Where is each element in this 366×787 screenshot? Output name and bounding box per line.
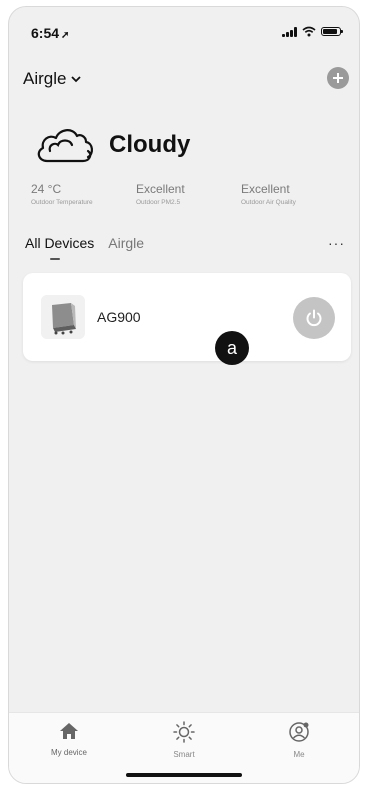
weather-summary: Cloudy xyxy=(33,123,190,167)
power-icon xyxy=(306,309,322,327)
stat-air-quality: Excellent Outdoor Air Quality xyxy=(241,182,346,206)
location-arrow-icon: ➚ xyxy=(61,30,70,41)
home-indicator xyxy=(126,773,242,777)
signal-icon xyxy=(282,26,297,37)
tab-all-devices[interactable]: All Devices xyxy=(25,235,94,260)
more-options-button[interactable]: ··· xyxy=(328,235,345,251)
profile-icon xyxy=(289,722,309,742)
home-selector[interactable]: Airgle xyxy=(23,69,82,89)
sun-icon xyxy=(173,721,195,743)
chevron-down-icon xyxy=(71,76,82,83)
stat-label: Outdoor Temperature xyxy=(31,199,93,206)
device-card[interactable]: AG900 xyxy=(23,273,351,361)
status-icons xyxy=(282,26,343,37)
stat-pm25: Excellent Outdoor PM2.5 xyxy=(136,182,241,206)
nav-label: Smart xyxy=(173,750,195,759)
stat-label: Outdoor Air Quality xyxy=(241,199,296,206)
home-name: Airgle xyxy=(23,69,67,88)
annotation-marker: a xyxy=(215,331,249,365)
status-time: 6:54 ➚ xyxy=(31,25,69,41)
nav-my-device[interactable]: My device xyxy=(29,721,109,757)
device-name: AG900 xyxy=(97,309,141,325)
stat-value: Excellent xyxy=(136,182,185,196)
nav-label: Me xyxy=(293,750,305,759)
cloud-icon xyxy=(37,129,93,163)
nav-label: My device xyxy=(50,748,87,757)
tab-airgle[interactable]: Airgle xyxy=(108,235,144,251)
room-tabs: All Devices Airgle xyxy=(25,235,144,260)
battery-icon xyxy=(321,27,343,36)
phone-screen: 6:54 ➚ Airgle Cloudy 24 °C Outdoor Tempe… xyxy=(8,6,360,784)
stat-value: 24 °C xyxy=(31,182,62,196)
status-time-text: 6:54 xyxy=(31,25,60,41)
status-bar: 6:54 ➚ xyxy=(9,7,359,53)
wifi-icon xyxy=(302,26,316,37)
bottom-navigation: My device Smart Me xyxy=(9,712,359,783)
weather-stats: 24 °C Outdoor Temperature Excellent Outd… xyxy=(31,182,351,206)
nav-smart[interactable]: Smart xyxy=(144,721,224,759)
stat-value: Excellent xyxy=(241,182,290,196)
air-purifier-icon xyxy=(41,295,85,339)
stat-label: Outdoor PM2.5 xyxy=(136,199,181,206)
weather-condition: Cloudy xyxy=(109,131,191,158)
add-device-button[interactable] xyxy=(327,67,349,89)
stat-temperature: 24 °C Outdoor Temperature xyxy=(31,182,136,206)
nav-me[interactable]: Me xyxy=(259,721,339,759)
power-button[interactable] xyxy=(293,297,335,339)
home-icon xyxy=(60,723,78,739)
